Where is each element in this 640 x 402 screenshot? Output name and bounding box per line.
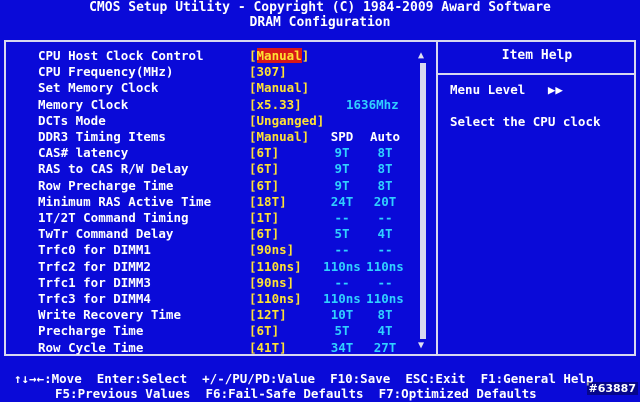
scroll-down-icon[interactable]: ▼ [418, 341, 424, 351]
help-text: Select the CPU clock [450, 114, 601, 129]
auto-column-header: Auto [369, 129, 401, 144]
auto-value: -- [377, 242, 393, 258]
scroll-up-icon[interactable]: ▲ [418, 51, 424, 61]
watermark: #63887 [586, 382, 638, 395]
setting-label: Memory Clock [38, 96, 129, 112]
setting-value[interactable]: [Unganged] [249, 112, 324, 129]
auto-value: 4T [377, 226, 393, 242]
auto-value: 8T [377, 161, 393, 177]
panel-divider-vertical [436, 40, 438, 356]
setting-value[interactable]: [6T] [249, 322, 279, 339]
setting-value[interactable]: [90ns] [249, 274, 294, 291]
setting-label: DDR3 Timing Items [38, 129, 166, 144]
setting-value[interactable]: [Manual] [249, 79, 309, 96]
setting-value[interactable]: [6T] [249, 177, 279, 194]
setting-value[interactable]: [Manual] [249, 128, 309, 145]
auto-value: 4T [377, 323, 393, 339]
setting-value[interactable]: [18T] [249, 193, 287, 210]
scrollbar-track[interactable] [420, 63, 426, 339]
setting-label: CPU Host Clock Control [38, 48, 204, 63]
memory-frequency-readout: 1636Mhz [346, 96, 399, 112]
selected-value-highlight[interactable]: Manual [256, 48, 302, 63]
setting-label: Precharge Time [38, 323, 144, 339]
setting-label: DCTs Mode [38, 112, 106, 128]
auto-value: 110ns [366, 291, 404, 306]
setting-label: Trfc3 for DIMM4 [38, 291, 151, 306]
setting-value[interactable]: [90ns] [249, 241, 294, 258]
setting-label: RAS to CAS R/W Delay [38, 161, 189, 177]
setting-value[interactable]: [110ns] [249, 290, 302, 307]
setting-value[interactable]: [307] [249, 63, 287, 80]
setting-label: CAS# latency [38, 145, 129, 161]
help-title-divider [438, 73, 636, 75]
scrollbar[interactable]: ▲ ▼ [418, 51, 427, 351]
setting-value[interactable]: [Manual] [249, 47, 309, 64]
setting-value[interactable]: [41T] [249, 339, 287, 356]
setting-value[interactable]: [6T] [249, 160, 279, 177]
setting-value[interactable]: [6T] [249, 144, 279, 161]
setting-value[interactable]: [1T] [249, 209, 279, 226]
auto-value: -- [377, 274, 393, 290]
auto-value: 8T [377, 307, 393, 323]
auto-value: 8T [377, 145, 393, 161]
auto-value: 20T [373, 193, 397, 209]
auto-value: 110ns [366, 258, 404, 274]
menu-level: Menu Level ▶▶ [450, 82, 563, 97]
setting-label: Write Recovery Time [38, 307, 181, 323]
setting-label: TwTr Command Delay [38, 226, 174, 242]
setting-label: Row Precharge Time [38, 177, 174, 193]
setting-label: CPU Frequency(MHz) [38, 64, 174, 80]
setting-label: Set Memory Clock [38, 80, 159, 96]
setting-value[interactable]: [6T] [249, 225, 279, 242]
bios-title: CMOS Setup Utility - Copyright (C) 1984-… [89, 0, 551, 15]
auto-value: -- [377, 210, 393, 225]
setting-label: Minimum RAS Active Time [38, 193, 212, 209]
footer-keys-line1: ↑↓→←:Move Enter:Select +/-/PU/PD:Value F… [14, 371, 594, 386]
setting-value[interactable]: [12T] [249, 306, 287, 323]
setting-label: 1T/2T Command Timing [38, 210, 189, 225]
setting-label: Trfc0 for DIMM1 [38, 242, 151, 258]
page-title: DRAM Configuration [249, 15, 391, 30]
auto-value: 8T [377, 177, 393, 193]
setting-label: Row Cycle Time [38, 339, 144, 355]
setting-label: Trfc1 for DIMM3 [38, 274, 151, 290]
menu-level-arrows-icon: ▶▶ [547, 82, 563, 97]
menu-level-label: Menu Level [450, 82, 526, 97]
setting-value[interactable]: [x5.33] [249, 96, 302, 113]
auto-value: 27T [373, 339, 397, 355]
setting-label: Trfc2 for DIMM2 [38, 258, 151, 274]
help-title: Item Help [501, 48, 573, 63]
setting-value[interactable]: [110ns] [249, 258, 302, 275]
